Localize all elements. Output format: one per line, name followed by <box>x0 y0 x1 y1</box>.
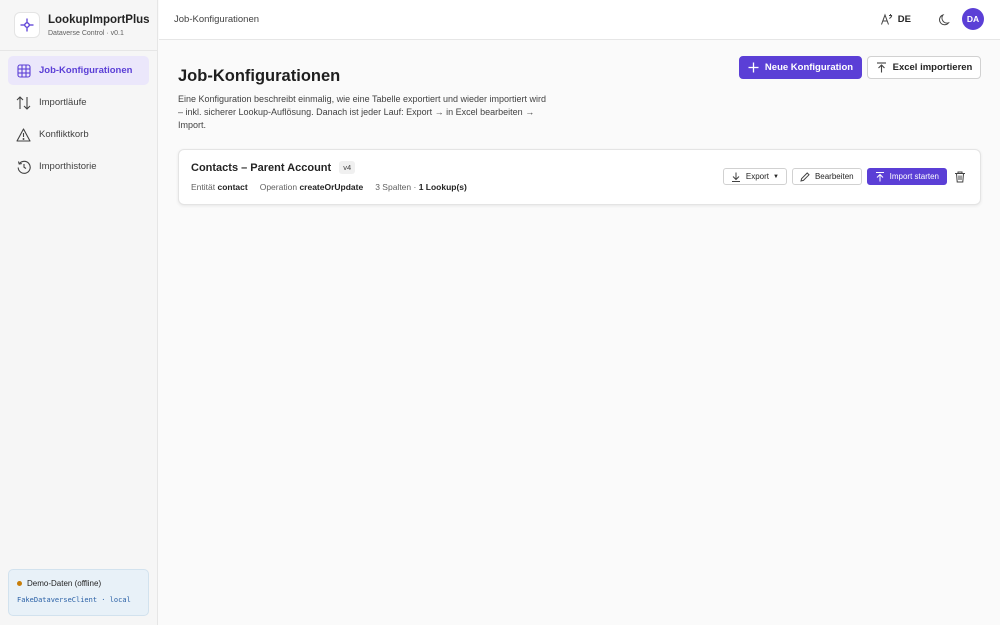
delete-button[interactable] <box>954 171 966 183</box>
status-dot-icon <box>17 581 22 586</box>
sidebar-item-konfliktkorb[interactable]: Konfliktkorb <box>8 120 149 149</box>
warning-icon <box>16 127 31 142</box>
sidebar-item-label: Importläufe <box>39 97 87 108</box>
config-meta: Entität contact Operation createOrUpdate… <box>191 182 467 192</box>
app-name: LookupImportPlus <box>48 13 150 26</box>
sidebar-item-importhistorie[interactable]: Importhistorie <box>8 152 149 181</box>
operation-value: createOrUpdate <box>299 182 364 192</box>
translate-icon <box>880 13 893 25</box>
chevron-down-icon: ▼ <box>772 173 779 180</box>
client-name: FakeDataverseClient · local <box>17 596 131 604</box>
upload-icon <box>876 62 887 73</box>
start-import-button[interactable]: Import starten <box>866 168 947 185</box>
excel-import-button[interactable]: Excel importieren <box>867 56 981 79</box>
sidebar-item-label: Job-Konfigurationen <box>39 65 133 76</box>
sidebar-item-job-konfigurationen[interactable]: Job-Konfigurationen <box>8 56 149 85</box>
sidebar: LookupImportPlus Dataverse Control · v0.… <box>0 0 158 625</box>
status-label: Demo-Daten (offline) <box>27 579 102 588</box>
table-grid-icon <box>16 63 31 78</box>
data-source-status: Demo-Daten (offline) FakeDataverseClient… <box>8 569 149 616</box>
page-description: Eine Konfiguration beschreibt einmalig, … <box>178 94 547 130</box>
theme-toggle[interactable] <box>939 13 952 26</box>
lookup-node-icon <box>14 12 40 38</box>
sidebar-item-label: Importhistorie <box>39 161 97 172</box>
plus-icon <box>748 62 759 73</box>
brand: LookupImportPlus Dataverse Control · v0.… <box>0 0 157 51</box>
language-switcher[interactable]: DE <box>880 13 911 26</box>
arrows-up-down-icon <box>16 95 31 110</box>
sidebar-item-importlaeufe[interactable]: Importläufe <box>8 88 149 117</box>
version-badge: v4 <box>339 161 356 174</box>
lookups-count: 1 Lookup(s) <box>418 182 467 192</box>
history-icon <box>16 159 31 174</box>
entity-value: contact <box>217 182 248 192</box>
columns-count: 3 Spalten · <box>375 182 419 192</box>
avatar[interactable]: DA <box>962 8 984 30</box>
sidebar-item-label: Konfliktkorb <box>39 129 89 140</box>
edit-button[interactable]: Bearbeiten <box>791 168 862 185</box>
main-content: Job-Konfigurationen Eine Konfiguration b… <box>159 41 1000 625</box>
language-label: DE <box>897 13 911 25</box>
trash-icon <box>955 171 965 182</box>
app-subtitle: Dataverse Control · v0.1 <box>48 29 124 37</box>
top-bar: Job-Konfigurationen DE DA <box>159 0 1000 40</box>
config-name: Contacts – Parent Account <box>191 161 332 174</box>
new-configuration-button[interactable]: Neue Konfiguration <box>739 56 862 79</box>
config-card: Contacts – Parent Account v4 Entität con… <box>178 149 981 205</box>
export-dropdown-button[interactable]: Export ▼ <box>722 168 787 185</box>
sidebar-nav: Job-Konfigurationen Importläufe Konflikt… <box>0 51 157 189</box>
download-icon <box>731 172 741 182</box>
page-title: Job-Konfigurationen <box>178 67 341 85</box>
breadcrumb: Job-Konfigurationen <box>174 14 260 25</box>
moon-icon <box>939 13 950 25</box>
upload-icon <box>875 171 885 182</box>
pencil-icon <box>800 171 810 182</box>
